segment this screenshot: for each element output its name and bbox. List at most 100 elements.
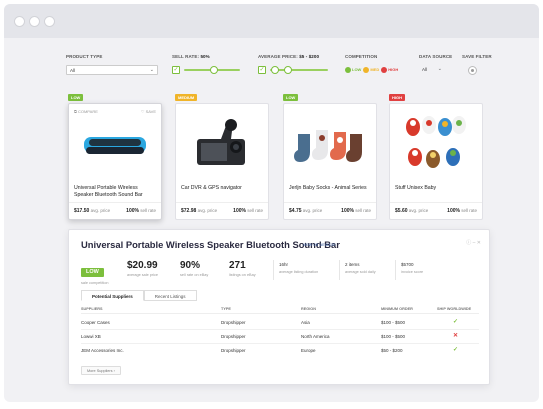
product-title[interactable]: Car DVR & GPS navigator [181, 185, 263, 192]
chevron-right-icon: › [113, 369, 115, 373]
product-title[interactable]: Universal Portable Wireless Speaker Blue… [74, 185, 156, 199]
stat-value: 2 items [345, 262, 360, 267]
window-close-dot[interactable] [14, 16, 25, 27]
supplier-region: North America [301, 334, 330, 339]
average-price-max-knob[interactable] [284, 66, 292, 74]
product-card[interactable]: Stuff Unisex Baby $5.60 avg. price 100% … [389, 103, 483, 220]
high-dot-icon [381, 67, 388, 73]
car-dvr-icon [180, 108, 264, 181]
minimum-order: $100 - $500 [381, 334, 406, 339]
competition-badge: MEDIUM [175, 94, 198, 101]
tab-potential-suppliers[interactable]: Potential Suppliers [81, 290, 144, 301]
product-sell-rate: 100% sell rate [126, 208, 156, 214]
sell-rate-slider[interactable]: ✓ [172, 66, 240, 74]
stat-value: $20.99 [127, 260, 158, 271]
competition-med[interactable]: MED [363, 67, 379, 73]
competition-options: LOW MED HIGH [345, 67, 398, 73]
column-header: SHIP WORLDWIDE [437, 307, 472, 311]
chevron-down-icon: ⌄ [437, 66, 442, 72]
product-price: $17.50 avg. price [74, 208, 111, 214]
product-sell-rate: 100% sell rate [233, 208, 263, 214]
stat-label: average sold daily [345, 270, 376, 274]
product-price: $4.75 avg. price [289, 208, 323, 214]
stat-label: sell rate on eBay [180, 273, 209, 277]
stat-value: 90% [180, 260, 201, 271]
competition-low[interactable]: LOW [345, 67, 361, 73]
panel-actions: ⓘ – ✕ [466, 239, 481, 246]
product-card[interactable]: Car DVR & GPS navigator $72.98 avg. pric… [175, 103, 269, 220]
title-bar [4, 4, 539, 38]
view-on-amazon-link[interactable]: view on amazon [303, 242, 336, 247]
stat-average-price: $20.99 average sale price [127, 260, 158, 277]
stat-listings: 271 listings on eBay [229, 260, 256, 277]
competition-badge: LOW [68, 94, 84, 101]
table-row[interactable]: Lowwi XB Dropshipper North America $100 … [81, 330, 479, 344]
product-detail-panel: Universal Portable Wireless Speaker Blue… [68, 229, 490, 385]
competition-low-badge: LOW [81, 267, 104, 277]
supplier-region: Europe [301, 348, 316, 353]
more-suppliers-button[interactable]: More Suppliers › [81, 366, 121, 375]
product-type-label: PRODUCT TYPE [66, 54, 103, 59]
average-price-slider[interactable]: ✓ [258, 66, 328, 74]
cross-icon: ✕ [453, 333, 459, 339]
data-source-select[interactable]: All ⌄ [419, 65, 445, 75]
app-window: PRODUCT TYPE All ⌄ SELL RATE: 50% ✓ AVER… [4, 4, 539, 402]
competition-badge: LOW [283, 94, 299, 101]
speaker-icon [73, 108, 157, 181]
chevron-down-icon: ⌄ [149, 67, 154, 73]
sell-rate-checkbox[interactable]: ✓ [172, 66, 180, 74]
stat-value: $5700 [401, 262, 414, 267]
product-title[interactable]: Jerljn Baby Socks - Animal Series [289, 185, 371, 192]
supplier-name: JEM Accessories Inc. [81, 348, 124, 353]
minimum-order: $50 - $200 [381, 348, 403, 353]
average-price-min-knob[interactable] [271, 66, 279, 74]
product-card[interactable]: ⧉ COMPARE ♡ SAVE Universal Portable Wire… [68, 103, 162, 220]
stat-label: sale competition [81, 281, 109, 285]
minimize-icon[interactable]: – [473, 240, 476, 246]
stat-sell-rate: 90% sell rate on eBay [180, 260, 208, 277]
window-maximize-dot[interactable] [44, 16, 55, 27]
stat-value: 16hr [279, 262, 289, 267]
data-source-label: DATA SOURCE [419, 54, 453, 59]
supplier-type: Dropshipper [221, 348, 246, 353]
supplier-type: Dropshipper [221, 320, 246, 325]
competition-label: COMPETITION [345, 54, 378, 59]
check-icon: ✓ [453, 347, 459, 353]
save-filter-button[interactable] [468, 66, 477, 75]
window-minimize-dot[interactable] [29, 16, 40, 27]
average-price-label: AVERAGE PRICE: $5 - $200 [258, 54, 320, 59]
supplier-region: Asia [301, 320, 310, 325]
close-icon[interactable]: ✕ [477, 240, 481, 246]
column-header: REGION [301, 307, 316, 311]
info-icon[interactable]: ⓘ [466, 240, 471, 246]
product-price: $72.98 avg. price [181, 208, 218, 214]
table-row[interactable]: Cooper Cases Dropshipper Asia $100 - $50… [81, 316, 479, 330]
stat-label: invoice score [401, 270, 424, 274]
product-sell-rate: 100% sell rate [447, 208, 477, 214]
sell-rate-value: 50% [200, 54, 210, 59]
stat-sold-daily: 2 items average sold daily [345, 262, 376, 274]
low-dot-icon [345, 67, 351, 73]
detail-title: Universal Portable Wireless Speaker Blue… [81, 239, 340, 250]
column-header: SUPPLIERS [81, 307, 103, 311]
stat-label: listings on eBay [229, 273, 256, 277]
average-price-checkbox[interactable]: ✓ [258, 66, 266, 74]
stat-label: average sale price [127, 273, 159, 277]
tab-recent-listings[interactable]: Recent Listings [143, 290, 197, 301]
competition-badge: HIGH [389, 94, 405, 101]
stat-competition: LOW sale competition [81, 260, 108, 285]
stat-listing-duration: 16hr average listing duration [279, 262, 318, 274]
stat-invoice-score: $5700 invoice score [401, 262, 423, 274]
product-type-select[interactable]: All ⌄ [66, 65, 158, 75]
supplier-name: Cooper Cases [81, 320, 110, 325]
med-dot-icon [363, 67, 370, 73]
competition-high[interactable]: HIGH [381, 67, 398, 73]
data-source-value: All [422, 67, 428, 72]
product-card[interactable]: Jerljn Baby Socks - Animal Series $4.75 … [283, 103, 377, 220]
sell-rate-knob[interactable] [210, 66, 218, 74]
column-header: TYPE [221, 307, 231, 311]
minimum-order: $100 - $500 [381, 320, 406, 325]
product-title[interactable]: Stuff Unisex Baby [395, 185, 477, 192]
table-row[interactable]: JEM Accessories Inc. Dropshipper Europe … [81, 344, 479, 358]
average-price-value: $5 - $200 [299, 54, 320, 59]
